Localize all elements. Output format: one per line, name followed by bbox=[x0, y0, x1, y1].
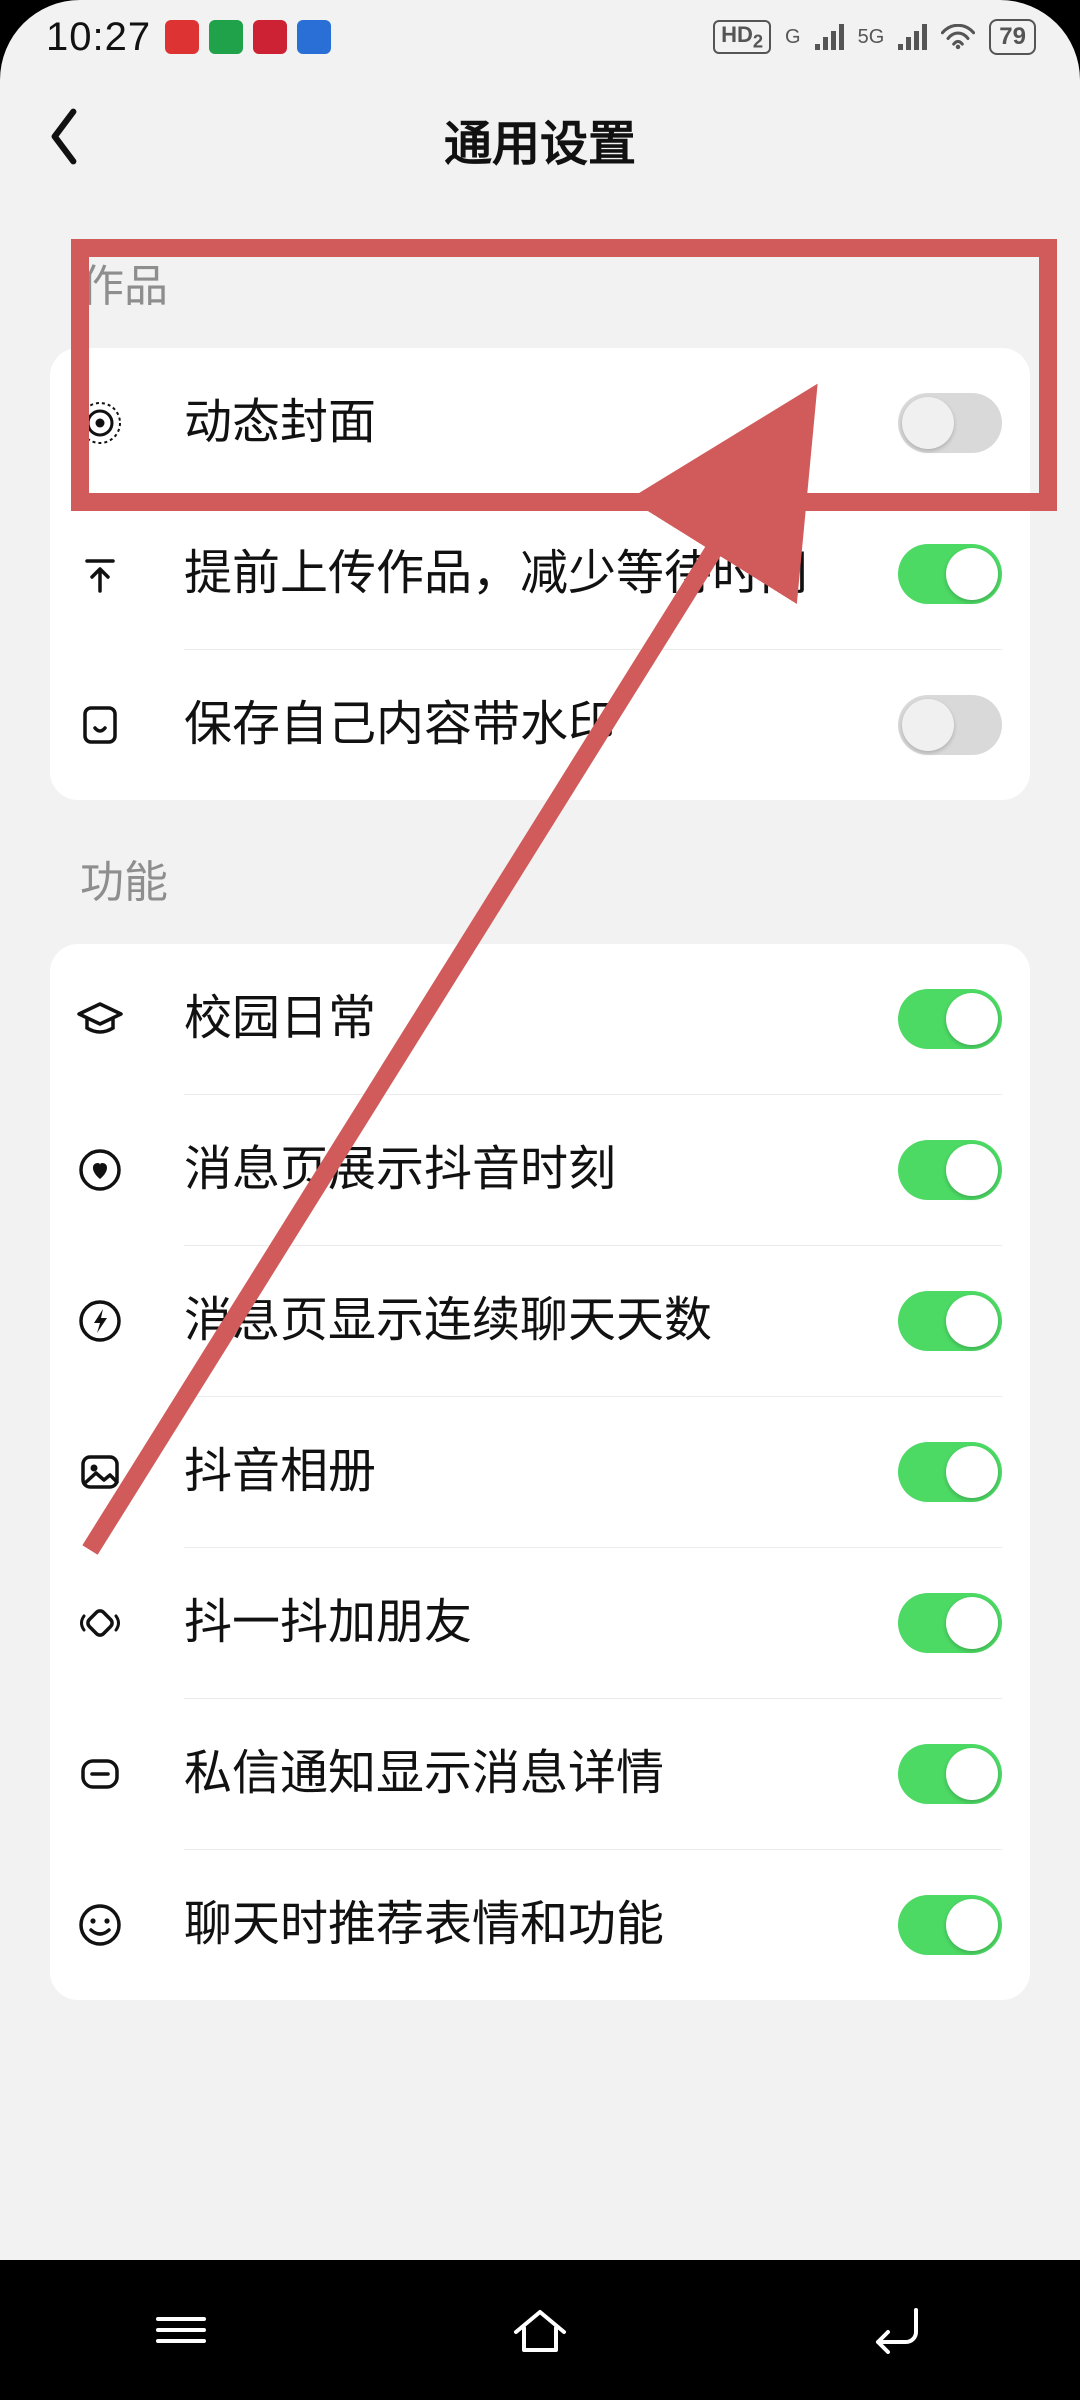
header: 通用设置 bbox=[0, 74, 1080, 204]
toggle-album[interactable] bbox=[898, 1442, 1002, 1502]
network-5g-label: 5G bbox=[858, 26, 885, 49]
setting-label: 保存自己内容带水印 bbox=[184, 693, 864, 758]
setting-label: 提前上传作品，减少等待时间 bbox=[184, 542, 864, 607]
setting-row-streak[interactable]: 消息页显示连续聊天天数 bbox=[50, 1246, 1030, 1396]
save-icon bbox=[77, 702, 123, 748]
section-title-features: 功能 bbox=[0, 800, 1080, 944]
toggle-emoji-suggest[interactable] bbox=[898, 1895, 1002, 1955]
settings-card-works: 动态封面 提前上传作品，减少等待时间 保存自己内容带水印 bbox=[50, 348, 1030, 800]
setting-row-pre-upload[interactable]: 提前上传作品，减少等待时间 bbox=[50, 499, 1030, 649]
toggle-dynamic-cover[interactable] bbox=[898, 393, 1002, 453]
hd-indicator-icon: HD2 bbox=[713, 20, 771, 54]
photo-icon bbox=[77, 1449, 123, 1495]
setting-row-dynamic-cover[interactable]: 动态封面 bbox=[50, 348, 1030, 498]
setting-row-dm-detail[interactable]: 私信通知显示消息详情 bbox=[50, 1699, 1030, 1849]
setting-row-album[interactable]: 抖音相册 bbox=[50, 1397, 1030, 1547]
toggle-dm-detail[interactable] bbox=[898, 1744, 1002, 1804]
setting-label: 抖音相册 bbox=[184, 1440, 864, 1505]
section-title-works: 作品 bbox=[0, 204, 1080, 348]
setting-label: 动态封面 bbox=[184, 391, 864, 456]
system-nav-bar bbox=[0, 2260, 1080, 2400]
bolt-icon bbox=[77, 1298, 123, 1344]
setting-label: 消息页显示连续聊天天数 bbox=[184, 1289, 864, 1354]
toggle-watermark[interactable] bbox=[898, 695, 1002, 755]
signal-icon bbox=[898, 24, 927, 50]
wifi-icon bbox=[941, 24, 975, 50]
network-g-label: G bbox=[785, 26, 801, 49]
back-nav-button[interactable] bbox=[864, 2306, 934, 2354]
setting-row-watermark[interactable]: 保存自己内容带水印 bbox=[50, 650, 1030, 800]
setting-label: 抖一抖加朋友 bbox=[184, 1591, 864, 1656]
chevron-left-icon bbox=[44, 106, 84, 168]
status-bar: 10:27 HD2 G 5G 79 bbox=[0, 0, 1080, 74]
message-icon bbox=[77, 1751, 123, 1797]
toggle-streak[interactable] bbox=[898, 1291, 1002, 1351]
smile-icon bbox=[77, 1902, 123, 1948]
heart-icon bbox=[77, 1147, 123, 1193]
setting-label: 私信通知显示消息详情 bbox=[184, 1742, 864, 1807]
upload-icon bbox=[77, 551, 123, 597]
recents-button[interactable] bbox=[146, 2307, 216, 2353]
settings-card-features: 校园日常 消息页展示抖音时刻 消息页显示连续聊天天数 bbox=[50, 944, 1030, 2000]
cap-icon bbox=[75, 996, 125, 1042]
setting-row-campus[interactable]: 校园日常 bbox=[50, 944, 1030, 1094]
battery-indicator: 79 bbox=[989, 19, 1036, 55]
target-icon bbox=[77, 400, 123, 446]
toggle-moments[interactable] bbox=[898, 1140, 1002, 1200]
status-time: 10:27 bbox=[46, 15, 151, 60]
toggle-campus[interactable] bbox=[898, 989, 1002, 1049]
setting-label: 校园日常 bbox=[184, 987, 864, 1052]
setting-row-shake[interactable]: 抖一抖加朋友 bbox=[50, 1548, 1030, 1698]
signal-icon bbox=[815, 24, 844, 50]
setting-label: 聊天时推荐表情和功能 bbox=[184, 1893, 864, 1958]
toggle-shake[interactable] bbox=[898, 1593, 1002, 1653]
home-button[interactable] bbox=[508, 2304, 572, 2356]
toggle-pre-upload[interactable] bbox=[898, 544, 1002, 604]
page-title: 通用设置 bbox=[444, 104, 636, 174]
status-app-icons bbox=[165, 20, 331, 54]
setting-row-emoji-suggest[interactable]: 聊天时推荐表情和功能 bbox=[50, 1850, 1030, 2000]
setting-label: 消息页展示抖音时刻 bbox=[184, 1138, 864, 1203]
shake-icon bbox=[77, 1600, 123, 1646]
back-button[interactable] bbox=[44, 106, 84, 173]
setting-row-moments[interactable]: 消息页展示抖音时刻 bbox=[50, 1095, 1030, 1245]
